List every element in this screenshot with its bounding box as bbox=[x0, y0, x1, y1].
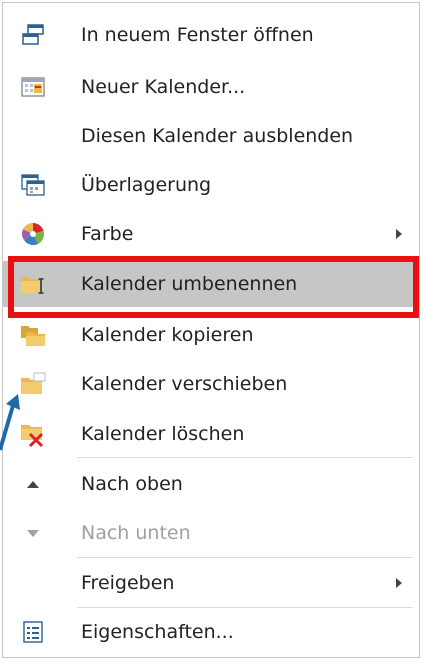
menu-item-properties[interactable]: Eigenschaften... bbox=[3, 609, 419, 655]
menu-item-label: In neuem Fenster öffnen bbox=[81, 24, 314, 46]
menu-separator bbox=[77, 557, 413, 558]
menu-item-open-new-window[interactable]: In neuem Fenster öffnen bbox=[3, 12, 419, 58]
menu-item-hide-calendar[interactable]: Diesen Kalender ausblenden bbox=[3, 113, 419, 159]
annotation-arrow-icon bbox=[0, 394, 20, 451]
menu-separator bbox=[77, 607, 413, 608]
new-window-icon bbox=[20, 22, 46, 48]
move-down-icon bbox=[20, 520, 46, 546]
new-calendar-icon bbox=[20, 74, 46, 100]
menu-item-rename-calendar[interactable]: Kalender umbenennen bbox=[3, 261, 419, 307]
submenu-arrow-icon bbox=[396, 578, 402, 588]
overlay-icon bbox=[20, 172, 46, 198]
copy-folder-icon bbox=[20, 322, 46, 348]
menu-item-label: Kalender kopieren bbox=[81, 324, 254, 346]
menu-item-label: Nach oben bbox=[81, 473, 183, 495]
menu-item-move-calendar[interactable]: Kalender verschieben bbox=[3, 361, 419, 407]
menu-item-label: Überlagerung bbox=[81, 174, 212, 196]
menu-item-delete-calendar[interactable]: Kalender löschen bbox=[3, 411, 419, 457]
menu-item-new-calendar[interactable]: Neuer Kalender... bbox=[3, 64, 419, 110]
color-palette-icon bbox=[20, 221, 46, 247]
submenu-arrow-icon bbox=[396, 229, 402, 239]
menu-separator bbox=[77, 457, 413, 458]
menu-item-label: Kalender verschieben bbox=[81, 373, 288, 395]
menu-item-share[interactable]: Freigeben bbox=[3, 560, 419, 606]
menu-item-label: Diesen Kalender ausblenden bbox=[81, 125, 354, 147]
menu-item-copy-calendar[interactable]: Kalender kopieren bbox=[3, 312, 419, 358]
properties-icon bbox=[20, 619, 46, 645]
menu-item-label: Kalender löschen bbox=[81, 423, 245, 445]
menu-item-color[interactable]: Farbe bbox=[3, 211, 419, 257]
menu-item-label: Farbe bbox=[81, 223, 134, 245]
menu-item-label: Nach unten bbox=[81, 522, 191, 544]
menu-item-overlay[interactable]: Überlagerung bbox=[3, 162, 419, 208]
context-menu: In neuem Fenster öffnen Neuer Kalender..… bbox=[2, 2, 420, 658]
menu-item-label: Neuer Kalender... bbox=[81, 76, 246, 98]
menu-item-label: Kalender umbenennen bbox=[81, 273, 298, 295]
menu-item-move-down[interactable]: Nach unten bbox=[3, 510, 419, 556]
menu-item-label: Eigenschaften... bbox=[81, 621, 234, 643]
menu-item-move-up[interactable]: Nach oben bbox=[3, 461, 419, 507]
menu-item-label: Freigeben bbox=[81, 572, 175, 594]
rename-folder-icon bbox=[20, 271, 46, 297]
